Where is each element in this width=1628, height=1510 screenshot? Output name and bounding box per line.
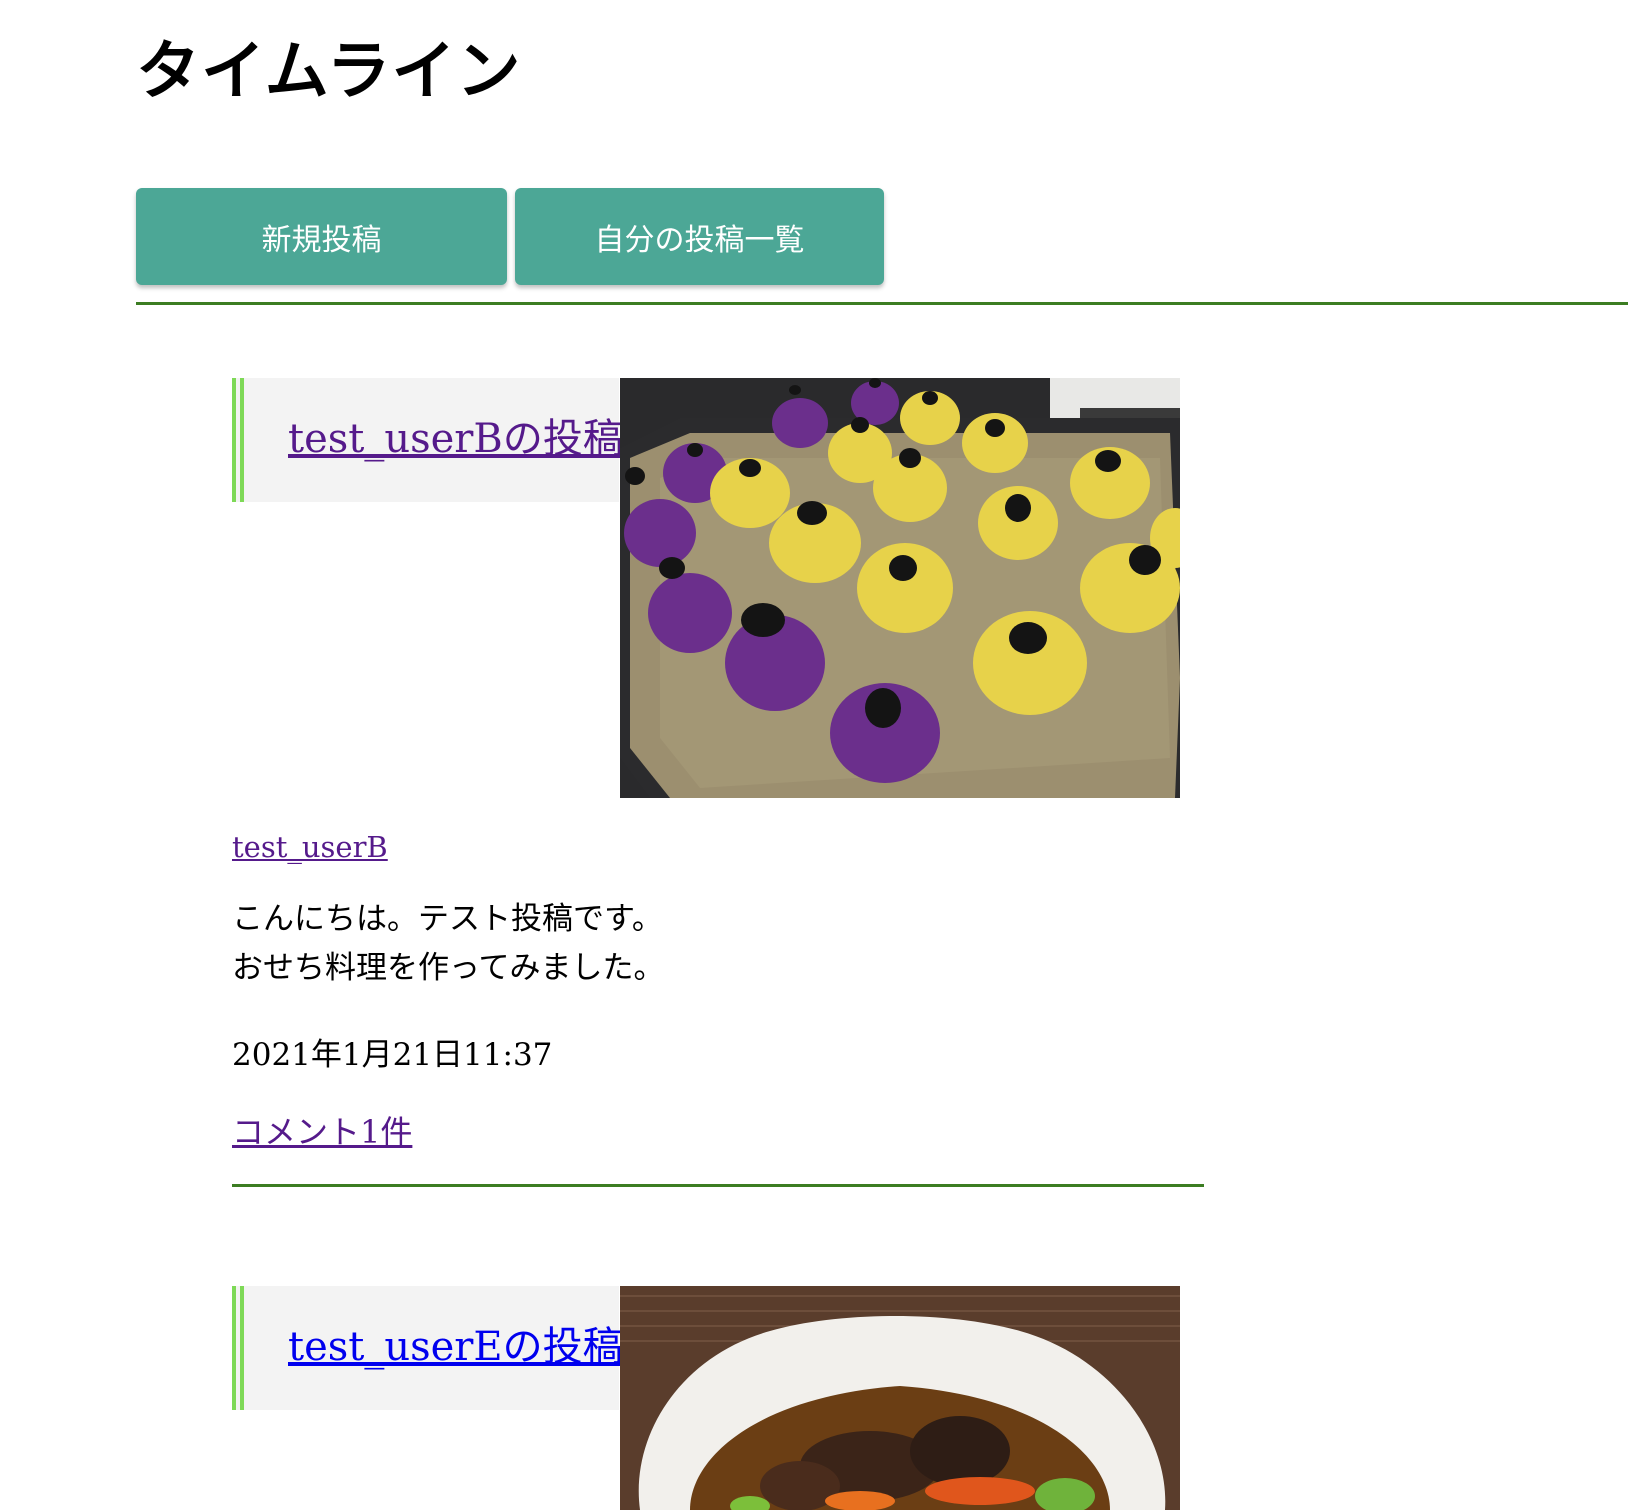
my-posts-button[interactable]: 自分の投稿一覧 [515,188,884,285]
post-date: 2021年1月21日11:37 [232,1037,553,1073]
new-post-button[interactable]: 新規投稿 [136,188,507,285]
header-divider [136,302,1628,305]
post-title-box: test_userBの投稿 [232,378,623,502]
sweets-photo-image [620,378,1180,798]
stew-photo-image [620,1286,1180,1510]
timeline-page: タイムライン 新規投稿 自分の投稿一覧 test_userBの投稿 test_u… [0,0,1628,1510]
post-author-link[interactable]: test_userB [232,830,388,864]
post-photo [620,1286,1180,1510]
post-body-line: おせち料理を作ってみました。 [232,950,665,986]
post-divider [232,1184,1204,1187]
post-body-line: こんにちは。テスト投稿です。 [232,901,663,937]
nav-bar: 新規投稿 自分の投稿一覧 [136,188,884,285]
post-comments-link[interactable]: コメント1件 [232,1107,412,1153]
post-title-link[interactable]: test_userEの投稿 [288,1322,623,1372]
post-photo [620,378,1180,798]
post-body: こんにちは。テスト投稿です。 おせち料理を作ってみました。 [232,895,664,993]
post-title-link[interactable]: test_userBの投稿 [288,414,623,464]
post-title-box: test_userEの投稿 [232,1286,623,1410]
page-title: タイムライン [136,35,522,109]
